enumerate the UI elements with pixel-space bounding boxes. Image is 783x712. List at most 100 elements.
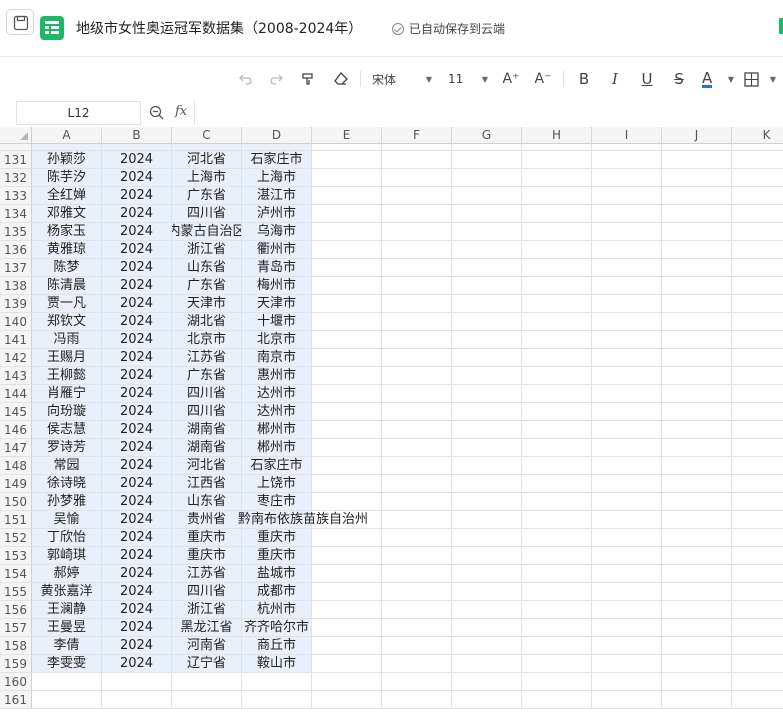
cell-j149[interactable]: [662, 475, 732, 493]
cell-b141[interactable]: 2024: [102, 331, 172, 349]
cell-f140[interactable]: [382, 313, 452, 331]
font-color-button[interactable]: A ▼: [702, 69, 734, 89]
cell-c152[interactable]: 重庆市: [172, 529, 242, 547]
cell-i154[interactable]: [592, 565, 662, 583]
cell-h160[interactable]: [522, 673, 592, 691]
cell-f155[interactable]: [382, 583, 452, 601]
cell-b160[interactable]: [102, 673, 172, 691]
cell-f160[interactable]: [382, 673, 452, 691]
cell-j134[interactable]: [662, 205, 732, 223]
cell-j132[interactable]: [662, 169, 732, 187]
cell-a135[interactable]: 杨家玉: [32, 223, 102, 241]
font-name-select[interactable]: 宋体 ▼: [372, 69, 432, 89]
cell-c154[interactable]: 江苏省: [172, 565, 242, 583]
cell-g145[interactable]: [452, 403, 522, 421]
cell-a141[interactable]: 冯雨: [32, 331, 102, 349]
cell-e135[interactable]: [312, 223, 382, 241]
cell-h153[interactable]: [522, 547, 592, 565]
cell-b161[interactable]: [102, 691, 172, 709]
cell-c149[interactable]: 江西省: [172, 475, 242, 493]
cell-j157[interactable]: [662, 619, 732, 637]
column-header-k[interactable]: K: [732, 127, 783, 144]
cell-e157[interactable]: [312, 619, 382, 637]
cell-c160[interactable]: [172, 673, 242, 691]
cell-f147[interactable]: [382, 439, 452, 457]
cell-a140[interactable]: 郑钦文: [32, 313, 102, 331]
cell-d142[interactable]: 南京市: [242, 349, 312, 367]
cell-a139[interactable]: 贾一凡: [32, 295, 102, 313]
cell-i136[interactable]: [592, 241, 662, 259]
cell-b154[interactable]: 2024: [102, 565, 172, 583]
cell-g137[interactable]: [452, 259, 522, 277]
cell-partial[interactable]: [592, 144, 662, 151]
cell-f142[interactable]: [382, 349, 452, 367]
cell-j154[interactable]: [662, 565, 732, 583]
cell-g158[interactable]: [452, 637, 522, 655]
cell-b143[interactable]: 2024: [102, 367, 172, 385]
cell-j150[interactable]: [662, 493, 732, 511]
cell-d139[interactable]: 天津市: [242, 295, 312, 313]
cell-i152[interactable]: [592, 529, 662, 547]
cell-d148[interactable]: 石家庄市: [242, 457, 312, 475]
cell-j160[interactable]: [662, 673, 732, 691]
row-header-155[interactable]: 155: [0, 583, 32, 601]
row-header-139[interactable]: 139: [0, 295, 32, 313]
bold-button[interactable]: B: [574, 69, 594, 89]
row-header-159[interactable]: 159: [0, 655, 32, 673]
cell-k157[interactable]: [732, 619, 783, 637]
cell-i144[interactable]: [592, 385, 662, 403]
cell-e156[interactable]: [312, 601, 382, 619]
row-header-133[interactable]: 133: [0, 187, 32, 205]
cell-c144[interactable]: 四川省: [172, 385, 242, 403]
cell-b156[interactable]: 2024: [102, 601, 172, 619]
cell-a133[interactable]: 全红婵: [32, 187, 102, 205]
cell-e133[interactable]: [312, 187, 382, 205]
cell-h143[interactable]: [522, 367, 592, 385]
cell-k136[interactable]: [732, 241, 783, 259]
cell-h145[interactable]: [522, 403, 592, 421]
cell-f151[interactable]: [382, 511, 452, 529]
cell-h132[interactable]: [522, 169, 592, 187]
cell-d135[interactable]: 乌海市: [242, 223, 312, 241]
cell-a149[interactable]: 徐诗晓: [32, 475, 102, 493]
cell-k161[interactable]: [732, 691, 783, 709]
cell-k154[interactable]: [732, 565, 783, 583]
cell-b131[interactable]: 2024: [102, 151, 172, 169]
cell-k153[interactable]: [732, 547, 783, 565]
cell-f143[interactable]: [382, 367, 452, 385]
cell-h131[interactable]: [522, 151, 592, 169]
cell-d156[interactable]: 杭州市: [242, 601, 312, 619]
cell-k159[interactable]: [732, 655, 783, 673]
cell-h141[interactable]: [522, 331, 592, 349]
cell-h154[interactable]: [522, 565, 592, 583]
cell-b135[interactable]: 2024: [102, 223, 172, 241]
row-header-154[interactable]: 154: [0, 565, 32, 583]
cell-h158[interactable]: [522, 637, 592, 655]
cell-c131[interactable]: 河北省: [172, 151, 242, 169]
cell-d160[interactable]: [242, 673, 312, 691]
cell-f137[interactable]: [382, 259, 452, 277]
row-header-136[interactable]: 136: [0, 241, 32, 259]
cell-k147[interactable]: [732, 439, 783, 457]
cell-i140[interactable]: [592, 313, 662, 331]
cell-f133[interactable]: [382, 187, 452, 205]
row-header-135[interactable]: 135: [0, 223, 32, 241]
cell-a151[interactable]: 吴愉: [32, 511, 102, 529]
cell-d145[interactable]: 达州市: [242, 403, 312, 421]
row-header-160[interactable]: 160: [0, 673, 32, 691]
strikethrough-button[interactable]: S: [669, 69, 689, 89]
font-size-select[interactable]: 11 ▼: [448, 69, 488, 89]
cell-c147[interactable]: 湖南省: [172, 439, 242, 457]
cell-g159[interactable]: [452, 655, 522, 673]
cell-j152[interactable]: [662, 529, 732, 547]
cell-f145[interactable]: [382, 403, 452, 421]
cell-i148[interactable]: [592, 457, 662, 475]
cell-k142[interactable]: [732, 349, 783, 367]
cell-i149[interactable]: [592, 475, 662, 493]
cell-c132[interactable]: 上海市: [172, 169, 242, 187]
cell-e148[interactable]: [312, 457, 382, 475]
cell-a137[interactable]: 陈梦: [32, 259, 102, 277]
underline-button[interactable]: U: [637, 69, 657, 89]
row-header-134[interactable]: 134: [0, 205, 32, 223]
cell-f146[interactable]: [382, 421, 452, 439]
